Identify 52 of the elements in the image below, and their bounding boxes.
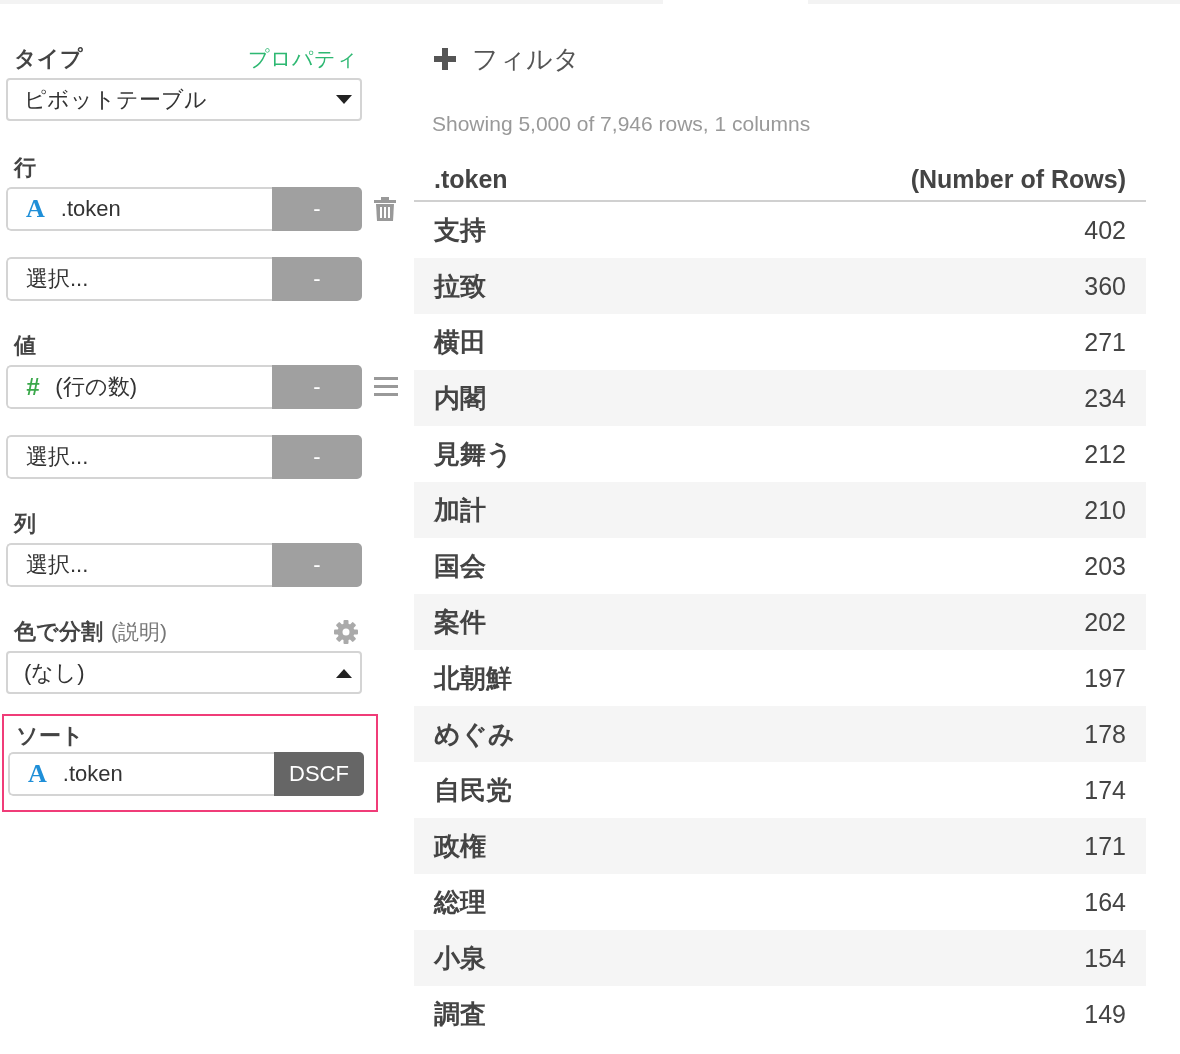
table-cell: 360 bbox=[1084, 271, 1126, 301]
section-label: 色で分割 (説明) bbox=[14, 618, 167, 646]
table-cell-text: 北朝鮮 bbox=[434, 661, 512, 695]
text-type-icon: A bbox=[26, 194, 45, 224]
table-cell: 402 bbox=[1084, 215, 1126, 245]
table-cell: 174 bbox=[1084, 775, 1126, 805]
section-label: 列 bbox=[14, 510, 36, 538]
table-cell: 171 bbox=[1084, 831, 1126, 861]
table-cell-text: 調査 bbox=[434, 997, 486, 1031]
table-cell: 234 bbox=[1084, 383, 1126, 413]
caret-icon bbox=[336, 667, 352, 678]
table-cell: 178 bbox=[1084, 719, 1126, 749]
table-cell-text: 総理 bbox=[434, 885, 486, 919]
table-cell-text: 国会 bbox=[434, 549, 486, 583]
table-cell-text: 案件 bbox=[434, 605, 486, 639]
color-select[interactable]: (なし) bbox=[6, 651, 362, 694]
field-option-button[interactable]: DSCF bbox=[274, 752, 364, 796]
type-select[interactable]: ピボットテーブル bbox=[6, 78, 362, 121]
menu-icon[interactable] bbox=[374, 377, 398, 397]
column-header: .token bbox=[434, 164, 508, 194]
table-cell: 164 bbox=[1084, 887, 1126, 917]
table-cell-text: めぐみ bbox=[434, 717, 515, 751]
table-cell-text: 小泉 bbox=[434, 941, 486, 975]
plus-icon bbox=[434, 48, 456, 70]
table-cell-text: 政権 bbox=[434, 829, 486, 863]
section-label: 行 bbox=[14, 154, 36, 182]
add-filter-button[interactable]: フィルタ bbox=[414, 40, 580, 78]
section-label: ソート bbox=[16, 722, 84, 750]
caret-icon bbox=[336, 94, 352, 105]
table-cell: 154 bbox=[1084, 943, 1126, 973]
table-cell-text: 加計 bbox=[434, 493, 486, 527]
table-cell: 197 bbox=[1084, 663, 1126, 693]
row-count-summary: Showing 5,000 of 7,946 rows, 1 columns bbox=[431, 112, 811, 136]
table-cell-text: 内閣 bbox=[434, 381, 486, 415]
table-cell: 203 bbox=[1084, 551, 1126, 581]
table-cell: 149 bbox=[1084, 999, 1126, 1029]
table-cell: 212 bbox=[1084, 439, 1126, 469]
table-cell-text: 拉致 bbox=[434, 269, 486, 303]
text-type-icon: A bbox=[28, 759, 47, 789]
table-cell-text: 自民党 bbox=[434, 773, 512, 807]
table-cell-text: 支持 bbox=[434, 213, 486, 247]
section-label: タイプ bbox=[14, 45, 83, 73]
section-label: 値 bbox=[14, 332, 36, 360]
table-cell-text: 横田 bbox=[434, 325, 486, 359]
column-header: (Number of Rows) bbox=[910, 164, 1126, 194]
table-cell: 210 bbox=[1084, 495, 1126, 525]
table-cell: 202 bbox=[1084, 607, 1126, 637]
table-cell-text: 見舞う bbox=[434, 437, 513, 471]
table-cell: 271 bbox=[1084, 327, 1126, 357]
number-type-icon: # bbox=[26, 373, 40, 401]
trash-icon[interactable] bbox=[374, 197, 396, 221]
settings-icon[interactable] bbox=[334, 620, 358, 644]
